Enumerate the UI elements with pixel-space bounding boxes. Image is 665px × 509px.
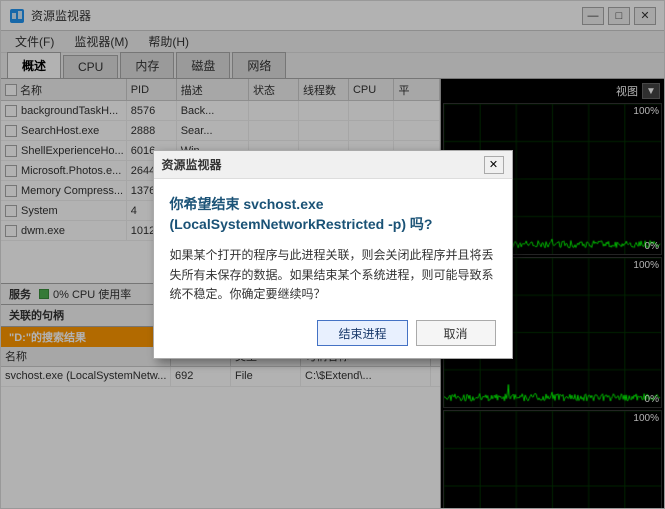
dialog-title: 资源监视器 [162, 156, 222, 173]
dialog-overlay: 资源监视器 ✕ 你希望结束 svchost.exe(LocalSystemNet… [1, 1, 664, 508]
cancel-button[interactable]: 取消 [416, 320, 496, 346]
confirm-button[interactable]: 结束进程 [317, 320, 407, 346]
dialog-buttons: 结束进程 取消 [170, 320, 496, 346]
dialog-text: 如果某个打开的程序与此进程关联，则会关闭此程序并且将丢失所有未保存的数据。如果结… [170, 246, 496, 304]
dialog-heading: 你希望结束 svchost.exe(LocalSystemNetworkRest… [170, 195, 496, 234]
dialog-title-bar: 资源监视器 ✕ [154, 151, 512, 179]
confirm-dialog: 资源监视器 ✕ 你希望结束 svchost.exe(LocalSystemNet… [153, 150, 513, 359]
dialog-close-button[interactable]: ✕ [484, 156, 504, 174]
dialog-body: 你希望结束 svchost.exe(LocalSystemNetworkRest… [154, 179, 512, 358]
